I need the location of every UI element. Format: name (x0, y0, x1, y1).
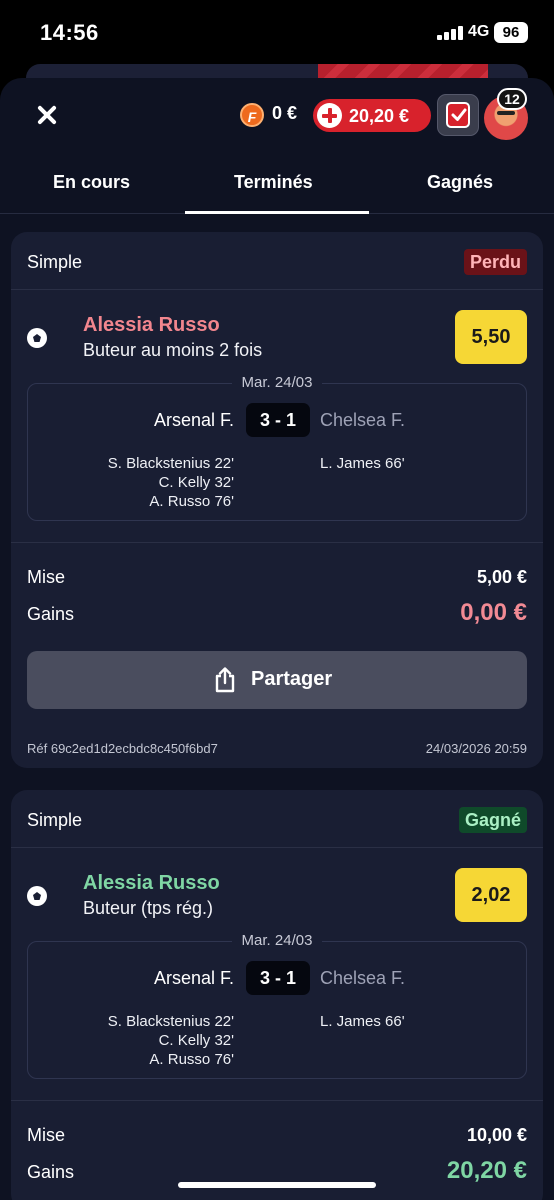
player-name: Alessia Russo (83, 872, 220, 894)
checkbox-icon (446, 102, 470, 128)
notification-badge: 12 (497, 88, 527, 110)
share-icon (215, 667, 235, 693)
match-score: 3 - 1 (246, 961, 310, 995)
scorer: C. Kelly 32' (158, 474, 234, 491)
match-score: 3 - 1 (246, 403, 310, 437)
bet-type: Simple (27, 810, 83, 830)
scorer: S. Blackstenius 22' (107, 1013, 234, 1030)
tab-en-cours[interactable]: En cours (53, 172, 130, 193)
market-name: Buteur au moins 2 fois (83, 340, 263, 360)
home-scorers: S. Blackstenius 22' C. Kelly 32' A. Russ… (108, 454, 234, 511)
soccer-ball-icon (27, 886, 47, 906)
gain-label: Gains (27, 1162, 75, 1182)
scorer: S. Blackstenius 22' (107, 455, 234, 472)
home-team: Arsenal F. (153, 410, 234, 430)
f-coin-icon: F (240, 103, 264, 127)
gain-value: 0,00 € (460, 599, 527, 626)
match-result[interactable]: Arsenal F. 3 - 1 Chelsea F. S. Blacksten… (27, 383, 527, 521)
bet-reference-row: Réf 69c2ed1d2ecbdc8c450f6bd7 24/03/2026 … (27, 741, 527, 756)
scorer: C. Kelly 32' (158, 1032, 234, 1049)
bet-type: Simple (27, 252, 83, 272)
gain-label: Gains (27, 604, 75, 624)
home-team: Arsenal F. (153, 968, 234, 988)
soccer-ball-icon (27, 328, 47, 348)
deposit-button[interactable]: 20,20 € (313, 99, 431, 132)
scorer: A. Russo 76' (149, 493, 234, 510)
stake-value: 10,00 € (466, 1125, 527, 1145)
tab-termines[interactable]: Terminés (234, 172, 313, 193)
bet-datetime: 24/03/2026 20:59 (425, 741, 527, 756)
away-team: Chelsea F. (320, 968, 406, 988)
bet-selection: Alessia Russo Buteur (tps rég.) 2,02 Mar… (11, 848, 543, 1100)
close-icon[interactable] (36, 104, 58, 126)
match-result[interactable]: Arsenal F. 3 - 1 Chelsea F. S. Blacksten… (27, 941, 527, 1079)
tab-bar: En cours Terminés Gagnés (0, 154, 554, 214)
balance-amount: 20,20 € (349, 106, 410, 126)
bet-card-header: Simple Gagné (11, 790, 543, 848)
my-bets-button[interactable] (437, 94, 479, 136)
bet-card[interactable]: Simple Gagné Alessia Russo Buteur (tps r… (11, 790, 543, 1200)
match-date: Mar. 24/03 (11, 932, 543, 949)
status-badge: Gagné (458, 807, 527, 833)
stake-label: Mise (27, 567, 66, 587)
active-tab-indicator (185, 211, 369, 214)
match-date: Mar. 24/03 (11, 374, 543, 391)
gain-value: 20,20 € (446, 1157, 527, 1184)
network-type: 4G (468, 23, 490, 40)
market-name: Buteur (tps rég.) (83, 898, 214, 918)
share-button[interactable]: Partager (27, 651, 527, 709)
sheet-header: F 0 € 20,20 € 12 (0, 78, 554, 154)
away-scorers: L. James 66' (320, 454, 405, 473)
player-name: Alessia Russo (83, 314, 220, 336)
home-indicator (178, 1182, 376, 1188)
bet-reference: Réf 69c2ed1d2ecbdc8c450f6bd7 (27, 741, 218, 756)
plus-icon (317, 103, 342, 128)
stake-value: 5,00 € (476, 567, 527, 587)
battery-icon: 96 (494, 22, 528, 43)
f-coin-balance: 0 € (272, 103, 298, 123)
status-time: 14:56 (40, 20, 99, 45)
signal-icon (437, 26, 463, 40)
scorer: L. James 66' (320, 1013, 405, 1030)
odds-badge: 5,50 (455, 310, 527, 364)
scorer: L. James 66' (320, 455, 405, 472)
tab-gagnes[interactable]: Gagnés (427, 172, 493, 193)
stake-label: Mise (27, 1125, 66, 1145)
status-bar: 14:56 4G 96 (0, 0, 554, 64)
share-label: Partager (251, 668, 333, 690)
bet-card[interactable]: Simple Perdu Alessia Russo Buteur au moi… (11, 232, 543, 768)
bet-summary: Mise 5,00 € Gains 0,00 € Partager Réf 69… (11, 542, 543, 768)
status-badge: Perdu (463, 249, 527, 275)
odds-badge: 2,02 (455, 868, 527, 922)
home-scorers: S. Blackstenius 22' C. Kelly 32' A. Russ… (108, 1012, 234, 1069)
away-team: Chelsea F. (320, 410, 406, 430)
scorer: A. Russo 76' (149, 1051, 234, 1068)
bet-card-header: Simple Perdu (11, 232, 543, 290)
bet-selection: Alessia Russo Buteur au moins 2 fois 5,5… (11, 290, 543, 542)
bets-sheet: F 0 € 20,20 € 12 En cours Terminés Gagné… (0, 78, 554, 1200)
away-scorers: L. James 66' (320, 1012, 405, 1031)
